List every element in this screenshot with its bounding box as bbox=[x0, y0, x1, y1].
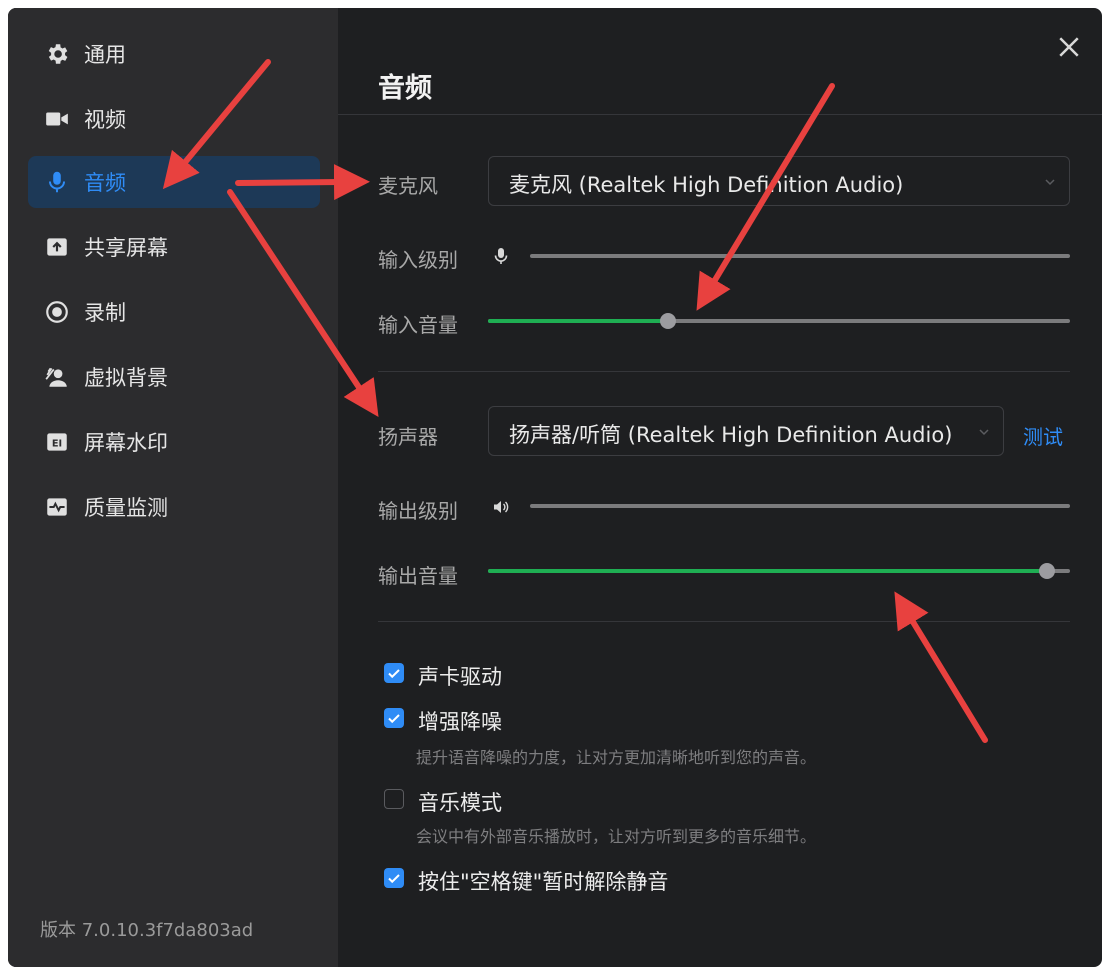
music-mode-checkbox[interactable] bbox=[384, 789, 404, 809]
microphone-device-value: 麦克风 (Realtek High Definition Audio) bbox=[509, 173, 904, 197]
music-mode-label[interactable]: 音乐模式 bbox=[418, 787, 502, 817]
settings-window: 通用 视频 音频 共享屏幕 录制 虚拟背景 EI 屏幕水印 质量监测 版本 7.… bbox=[8, 8, 1102, 967]
output-level-label: 输出级别 bbox=[378, 499, 458, 523]
quality-monitor-icon bbox=[44, 494, 70, 520]
speaker-test-button[interactable]: 测试 bbox=[1023, 421, 1063, 450]
record-icon bbox=[44, 299, 70, 325]
output-volume-slider-fill bbox=[488, 569, 1047, 573]
sidebar-item-label: 质量监测 bbox=[84, 496, 168, 520]
enhanced-noise-reduction-description: 提升语音降噪的力度，让对方更加清晰地听到您的声音。 bbox=[416, 748, 817, 767]
sidebar-item-record[interactable]: 录制 bbox=[28, 286, 320, 338]
sound-card-driver-checkbox[interactable] bbox=[384, 663, 404, 683]
space-key-unmute-label[interactable]: 按住"空格键"暂时解除静音 bbox=[418, 866, 668, 896]
sidebar-item-quality-monitor[interactable]: 质量监测 bbox=[28, 481, 320, 533]
input-volume-slider-handle[interactable] bbox=[660, 313, 677, 329]
sidebar-item-audio[interactable]: 音频 bbox=[28, 156, 320, 208]
output-volume-label: 输出音量 bbox=[378, 564, 458, 588]
gear-icon bbox=[44, 41, 70, 67]
video-camera-icon bbox=[44, 106, 70, 132]
sidebar-item-label: 共享屏幕 bbox=[84, 236, 168, 260]
input-level-label: 输入级别 bbox=[378, 248, 458, 272]
output-volume-slider[interactable] bbox=[488, 563, 1070, 579]
sidebar-item-label: 视频 bbox=[84, 108, 126, 132]
header-divider bbox=[338, 114, 1102, 115]
section-divider bbox=[378, 621, 1070, 622]
space-key-unmute-checkbox[interactable] bbox=[384, 868, 404, 888]
settings-sidebar: 通用 视频 音频 共享屏幕 录制 虚拟背景 EI 屏幕水印 质量监测 版本 7.… bbox=[8, 8, 338, 967]
input-volume-slider-fill bbox=[488, 319, 669, 323]
sound-card-driver-label[interactable]: 声卡驱动 bbox=[418, 661, 502, 691]
enhanced-noise-reduction-checkbox[interactable] bbox=[384, 708, 404, 728]
close-button[interactable] bbox=[1054, 32, 1084, 62]
sidebar-item-label: 录制 bbox=[84, 301, 126, 325]
speaker-select[interactable]: 扬声器/听筒 (Realtek High Definition Audio) bbox=[488, 406, 1004, 456]
speaker-label: 扬声器 bbox=[378, 425, 438, 449]
input-level-meter bbox=[530, 254, 1070, 258]
page-title: 音频 bbox=[378, 73, 432, 104]
share-screen-icon bbox=[44, 234, 70, 260]
microphone-label: 麦克风 bbox=[378, 174, 438, 198]
music-mode-description: 会议中有外部音乐播放时，让对方听到更多的音乐细节。 bbox=[416, 827, 817, 846]
sidebar-item-general[interactable]: 通用 bbox=[28, 28, 320, 80]
sidebar-item-label: 音频 bbox=[84, 171, 126, 195]
chevron-down-icon bbox=[977, 425, 991, 439]
microphone-select[interactable]: 麦克风 (Realtek High Definition Audio) bbox=[488, 156, 1070, 206]
input-volume-slider[interactable] bbox=[488, 313, 1070, 329]
close-icon bbox=[1054, 32, 1084, 62]
sidebar-item-virtual-background[interactable]: 虚拟背景 bbox=[28, 351, 320, 403]
enhanced-noise-reduction-label[interactable]: 增强降噪 bbox=[418, 706, 502, 736]
sidebar-item-watermark[interactable]: EI 屏幕水印 bbox=[28, 416, 320, 468]
sidebar-item-label: 屏幕水印 bbox=[84, 431, 168, 455]
sidebar-item-video[interactable]: 视频 bbox=[28, 93, 320, 145]
sidebar-item-label: 虚拟背景 bbox=[84, 366, 168, 390]
sidebar-item-label: 通用 bbox=[84, 43, 126, 67]
section-divider bbox=[378, 371, 1070, 372]
output-level-meter bbox=[530, 504, 1070, 508]
version-text: 版本 7.0.10.3f7da803ad bbox=[40, 920, 254, 941]
virtual-background-icon bbox=[44, 364, 70, 390]
chevron-down-icon bbox=[1043, 175, 1057, 189]
output-volume-slider-handle[interactable] bbox=[1038, 563, 1055, 579]
speaker-icon bbox=[491, 497, 511, 517]
microphone-icon bbox=[44, 169, 70, 195]
speaker-device-value: 扬声器/听筒 (Realtek High Definition Audio) bbox=[509, 423, 953, 447]
sidebar-item-share-screen[interactable]: 共享屏幕 bbox=[28, 221, 320, 273]
input-volume-label: 输入音量 bbox=[378, 313, 458, 337]
watermark-icon: EI bbox=[44, 429, 70, 455]
svg-text:EI: EI bbox=[52, 438, 62, 449]
microphone-icon bbox=[491, 246, 511, 266]
